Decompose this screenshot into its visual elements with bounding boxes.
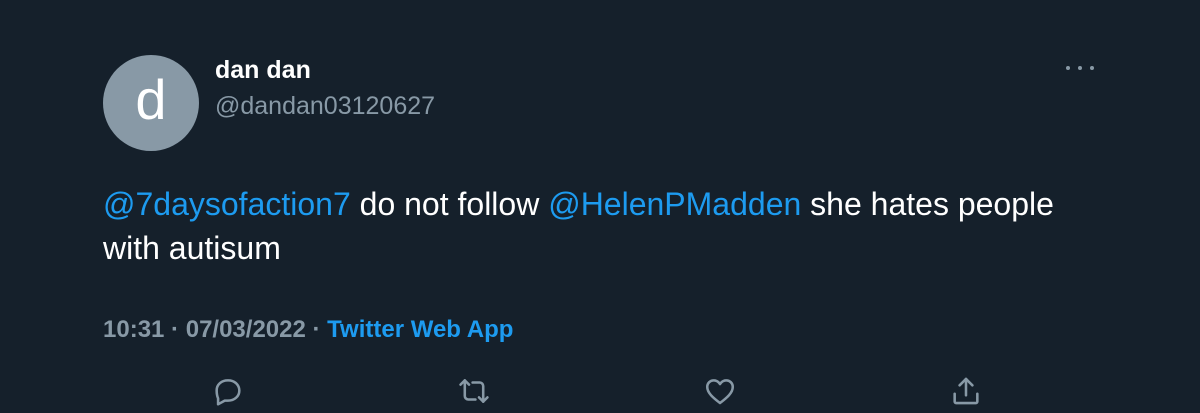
share-icon [953,377,979,405]
action-bar [0,370,1200,413]
display-name[interactable]: dan dan [215,56,311,85]
tweet-time[interactable]: 10:31 [103,316,164,343]
meta-separator: · [305,316,328,343]
retweet-button[interactable] [457,374,491,408]
meta-separator: · [164,316,186,343]
reply-button[interactable] [211,374,245,408]
avatar[interactable]: d [103,55,199,151]
more-dot [1078,66,1082,70]
mention-link[interactable]: @HelenPMadden [548,186,801,222]
tweet-text: @7daysofaction7 do not follow @HelenPMad… [103,182,1103,270]
tweet-date[interactable]: 07/03/2022 [186,316,306,343]
retweet-icon [459,379,489,403]
tweet-card: d dan dan @dandan03120627 @7daysofaction… [0,0,1200,413]
reply-icon [215,379,241,406]
more-dot [1066,66,1070,70]
user-handle[interactable]: @dandan03120627 [215,92,435,121]
like-button[interactable] [703,374,737,408]
mention-link[interactable]: @7daysofaction7 [103,186,351,222]
tweet-source-link[interactable]: Twitter Web App [327,316,513,343]
share-button[interactable] [949,374,983,408]
more-dot [1090,66,1094,70]
more-options-icon[interactable] [1066,58,1094,78]
heart-icon [705,379,735,405]
tweet-meta: 10:31 · 07/03/2022 · Twitter Web App [103,316,513,344]
avatar-letter: d [135,68,167,131]
tweet-text-segment: do not follow [350,186,549,222]
